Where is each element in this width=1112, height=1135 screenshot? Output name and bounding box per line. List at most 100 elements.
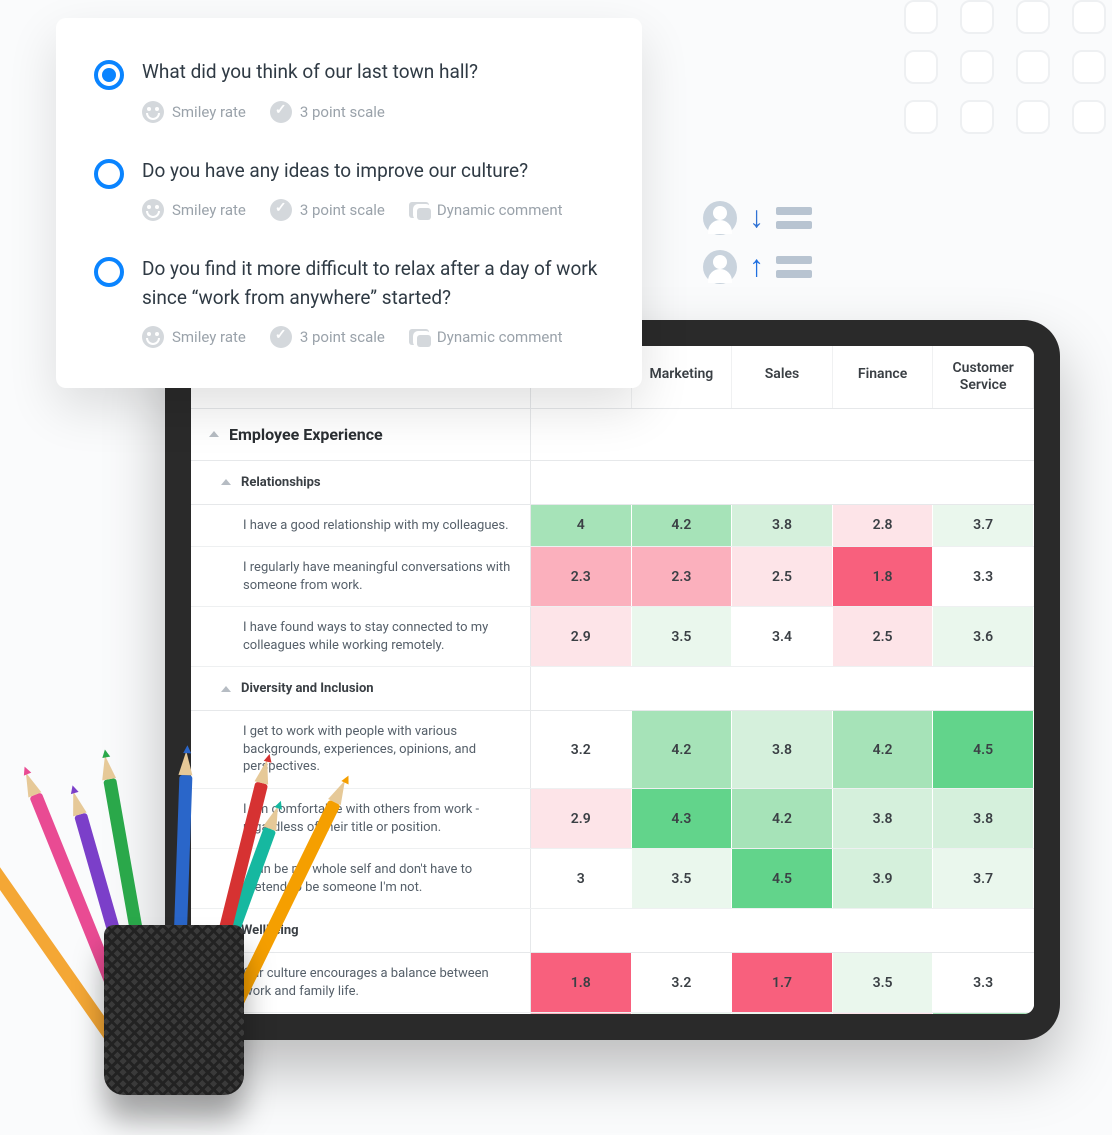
heatmap-cell: 4.2 [833,711,934,788]
heatmap-cell: 2 [531,1013,632,1014]
smiley-icon [142,101,164,123]
heatmap-cell: 3.8 [833,789,934,848]
chevron-up-icon[interactable] [221,686,231,692]
deco-dot [1072,50,1106,84]
radio-button[interactable] [94,159,124,189]
bars-icon [776,207,812,229]
check-icon [270,101,292,123]
deco-dot [1016,50,1050,84]
deco-dot [1072,100,1106,134]
question-tag[interactable]: Dynamic comment [409,199,563,221]
survey-question[interactable]: Do you have any ideas to improve our cul… [94,157,604,222]
question-tag[interactable]: 3 point scale [270,199,385,221]
background-dot-grid [904,0,1112,134]
question-tag-label: Dynamic comment [437,201,563,219]
heatmap-group-title: Employee Experience [229,425,383,444]
heatmap-cell: 3.9 [833,849,934,908]
chevron-up-icon[interactable] [209,431,219,437]
heatmap-cell: 1.8 [833,547,934,606]
heatmap-row: I can be my whole self and don't have to… [191,849,1034,909]
question-text: Do you have any ideas to improve our cul… [142,157,604,186]
check-icon [270,199,292,221]
heatmap-column-header: Customer Service [933,346,1034,408]
question-tag[interactable]: 3 point scale [270,326,385,348]
arrow-down-icon: ↓ [749,200,764,235]
deco-dot [904,100,938,134]
heatmap-cell: 3.8 [933,789,1034,848]
survey-question[interactable]: What did you think of our last town hall… [94,58,604,123]
heatmap-row-label: I have found ways to stay connected to m… [191,607,531,666]
heatmap-subgroup-title: Relationships [241,475,321,490]
heatmap-cell: 4.3 [632,789,733,848]
question-tag-label: 3 point scale [300,328,385,346]
comment-icon [409,202,429,218]
heatmap-cell: 3.8 [732,505,833,547]
question-tag[interactable]: Smiley rate [142,199,246,221]
question-tag[interactable]: Smiley rate [142,101,246,123]
question-tag-label: Smiley rate [172,103,246,121]
heatmap-cell: 4.2 [933,1013,1034,1014]
heatmap-cell: 4.5 [732,849,833,908]
heatmap-row: I get to work with people with various b… [191,711,1034,789]
bars-icon [776,256,812,278]
heatmap-cell: 3.7 [933,849,1034,908]
heatmap-row: I have found ways to stay connected to m… [191,607,1034,667]
radio-button[interactable] [94,60,124,90]
heatmap-cell: 2.5 [833,607,934,666]
avatar-icon [703,250,737,284]
question-tag-label: 3 point scale [300,103,385,121]
heatmap-cell: 3.5 [632,849,733,908]
deco-dot [960,50,994,84]
heatmap-row: I regularly have meaningful conversation… [191,547,1034,607]
heatmap-row-label: I regularly have meaningful conversation… [191,547,531,606]
heatmap-cell: 3.3 [933,547,1034,606]
survey-question[interactable]: Do you find it more difficult to relax a… [94,255,604,348]
heatmap-cell: 2.3 [632,547,733,606]
deco-dot [904,50,938,84]
avatar-icon [703,201,737,235]
arrow-up-icon: ↑ [749,249,764,284]
question-tag[interactable]: Smiley rate [142,326,246,348]
question-text: What did you think of our last town hall… [142,58,604,87]
heatmap-row-label: I have a good relationship with my colle… [191,505,531,547]
heatmap-cell: 3.4 [732,607,833,666]
heatmap-cell: 2.9 [531,607,632,666]
heatmap-cell: 4.2 [732,789,833,848]
tablet-screen: MarketingSalesFinanceCustomer Service Em… [191,346,1034,1014]
chevron-up-icon[interactable] [221,479,231,485]
question-tag[interactable]: Dynamic comment [409,326,563,348]
heatmap-cell: 4.2 [632,505,733,547]
heatmap-cell: 2.8 [833,505,934,547]
deco-dot [1016,100,1050,134]
heatmap-cell: 3.5 [632,607,733,666]
heatmap-row: My health and wellbeing matter to my man… [191,1013,1034,1014]
heatmap-cell: 2.9 [531,789,632,848]
question-text: Do you find it more difficult to relax a… [142,255,604,312]
heatmap-column-header: Sales [732,346,833,408]
heatmap-column-header: Marketing [632,346,733,408]
question-tag-label: Smiley rate [172,328,246,346]
question-tag-label: Dynamic comment [437,328,563,346]
heatmap-subgroup-title: Diversity and Inclusion [241,681,374,696]
heatmap-cell: 2.8 [833,1013,934,1014]
heatmap-cell: 3 [531,849,632,908]
deco-dot [1072,0,1106,34]
heatmap-cell: 1.8 [531,953,632,1012]
comment-icon [409,329,429,345]
check-icon [270,326,292,348]
heatmap-column-header: Finance [833,346,934,408]
smiley-icon [142,326,164,348]
question-tag-label: Smiley rate [172,201,246,219]
person-trend-rows: ↓ ↑ [703,200,812,298]
heatmap-cell: 3.2 [632,953,733,1012]
heatmap-cell: 3.6 [933,607,1034,666]
question-tag[interactable]: 3 point scale [270,101,385,123]
heatmap-cell: 3.3 [933,953,1034,1012]
heatmap-row: Our culture encourages a balance between… [191,953,1034,1013]
smiley-icon [142,199,164,221]
heatmap-table: MarketingSalesFinanceCustomer Service Em… [191,346,1034,1014]
radio-button[interactable] [94,257,124,287]
heatmap-cell: 3.7 [933,505,1034,547]
heatmap-cell: 4.2 [632,711,733,788]
deco-dot [904,0,938,34]
